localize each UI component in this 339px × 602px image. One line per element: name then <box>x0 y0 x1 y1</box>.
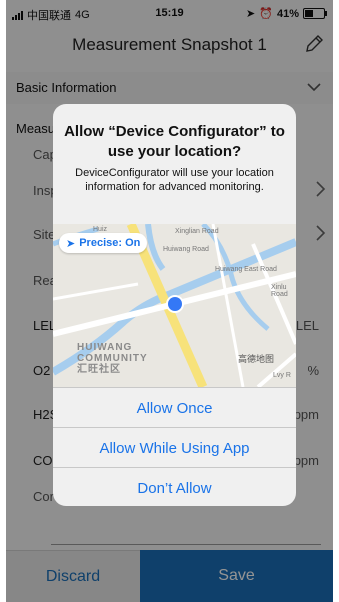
community-label: HUIWANG COMMUNITY 汇旺社区 <box>77 342 148 375</box>
map-road-label: Huiwang East Road <box>215 266 277 273</box>
dialog-message: DeviceConfigurator will use your locatio… <box>75 167 274 193</box>
community-label-line2: COMMUNITY <box>77 353 148 364</box>
precise-location-toggle[interactable]: ➤ Precise: On <box>59 233 148 253</box>
community-label-zh: 汇旺社区 <box>77 364 121 375</box>
precise-label: Precise: On <box>79 237 141 249</box>
dialog-title: Allow “Device Configurator” to use your … <box>64 123 285 160</box>
allow-once-button[interactable]: Allow Once <box>53 387 296 428</box>
location-arrow-icon: ➤ <box>66 237 76 250</box>
map-road-label: Lvy R <box>273 372 291 379</box>
location-permission-dialog: Allow “Device Configurator” to use your … <box>53 104 296 506</box>
map-brand-logo: 高德地图 <box>237 354 274 364</box>
community-label-line1: HUIWANG <box>77 342 133 353</box>
map-road-label: Xinglian Road <box>175 228 219 235</box>
allow-while-using-button[interactable]: Allow While Using App <box>53 427 296 468</box>
location-map: ➤ Precise: On Xinglian Road Huiwang East… <box>53 224 296 387</box>
map-road-label: Huiwang Road <box>163 246 209 253</box>
app-screen: 中国联通 4G 15:19 ➤ ⏰ 41% Measurement Snapsh… <box>6 0 333 602</box>
dont-allow-button[interactable]: Don’t Allow <box>53 467 296 506</box>
map-road-label: Xinlu Road <box>271 284 288 298</box>
map-road-label: Huiz <box>93 226 108 233</box>
